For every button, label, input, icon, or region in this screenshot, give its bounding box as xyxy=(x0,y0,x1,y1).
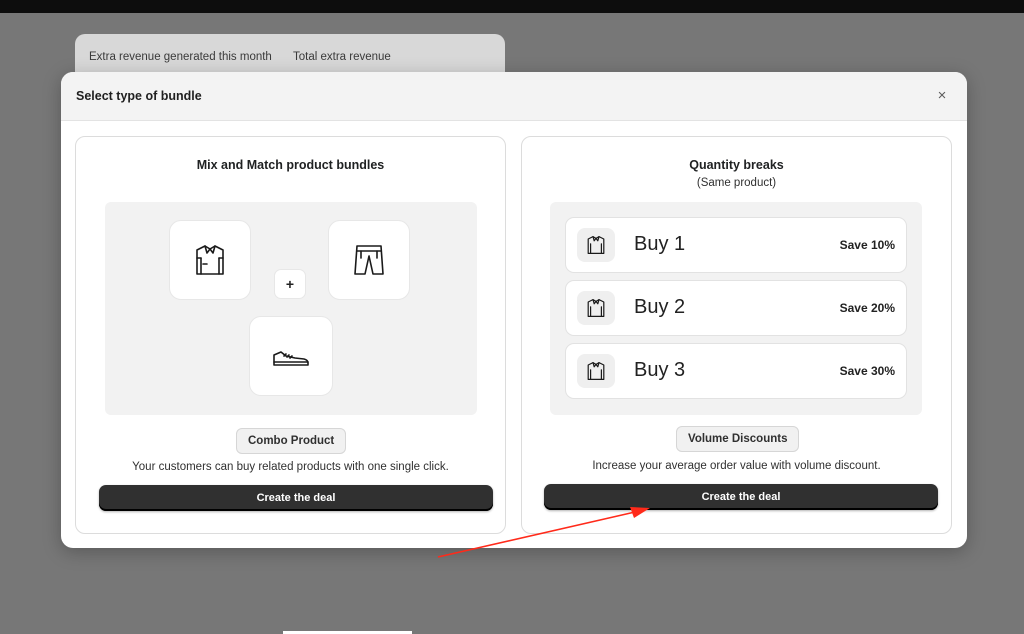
top-bar xyxy=(0,0,1024,13)
tier-row: Buy 2 Save 20% xyxy=(565,280,907,336)
tier-label: Buy 1 xyxy=(634,233,686,255)
create-deal-button-volume[interactable]: Create the deal xyxy=(544,484,938,510)
combo-product-badge: Combo Product xyxy=(236,428,347,454)
mix-and-match-panel: Mix and Match product bundles + Combo Pr… xyxy=(75,136,506,534)
bundle-illustration: + xyxy=(105,202,477,415)
tier-label: Buy 3 xyxy=(634,359,686,381)
modal-header: Select type of bundle × xyxy=(61,72,967,121)
create-deal-button-combo[interactable]: Create the deal xyxy=(99,485,493,511)
panel-subtitle: (Same product) xyxy=(696,177,777,189)
pants-icon xyxy=(354,245,384,275)
pants-tile xyxy=(328,220,410,300)
close-icon[interactable]: × xyxy=(932,86,952,106)
shirt-icon xyxy=(587,362,605,380)
quantity-tiers-illustration: Buy 1 Save 10% Buy 2 Save 20% Buy 3 Save… xyxy=(550,202,922,415)
tier-row: Buy 1 Save 10% xyxy=(565,217,907,273)
stat-label-month: Extra revenue generated this month xyxy=(89,51,272,63)
plus-icon: + xyxy=(274,269,306,299)
panel-title: Mix and Match product bundles xyxy=(196,158,385,172)
tier-icon-bg xyxy=(577,228,615,262)
panel-title: Quantity breaks xyxy=(689,158,784,172)
tier-save: Save 10% xyxy=(839,238,895,252)
tier-save: Save 30% xyxy=(839,364,895,378)
shirt-icon xyxy=(587,236,605,254)
volume-discounts-badge: Volume Discounts xyxy=(676,426,800,452)
tier-save: Save 20% xyxy=(839,301,895,315)
shirt-icon xyxy=(196,245,224,275)
tier-icon-bg xyxy=(577,291,615,325)
stat-label-total: Total extra revenue xyxy=(293,51,391,63)
tier-row: Buy 3 Save 30% xyxy=(565,343,907,399)
modal-title: Select type of bundle xyxy=(76,89,202,103)
select-bundle-modal: Select type of bundle × Mix and Match pr… xyxy=(61,72,967,548)
bundle-description: Your customers can buy related products … xyxy=(132,461,449,473)
shoe-icon xyxy=(273,351,309,366)
quantity-breaks-panel: Quantity breaks (Same product) Buy 1 Sav… xyxy=(521,136,952,534)
shoe-tile xyxy=(249,316,333,396)
tier-label: Buy 2 xyxy=(634,296,686,318)
tier-icon-bg xyxy=(577,354,615,388)
shirt-tile xyxy=(169,220,251,300)
shirt-icon xyxy=(587,299,605,317)
bundle-description: Increase your average order value with v… xyxy=(592,460,881,472)
